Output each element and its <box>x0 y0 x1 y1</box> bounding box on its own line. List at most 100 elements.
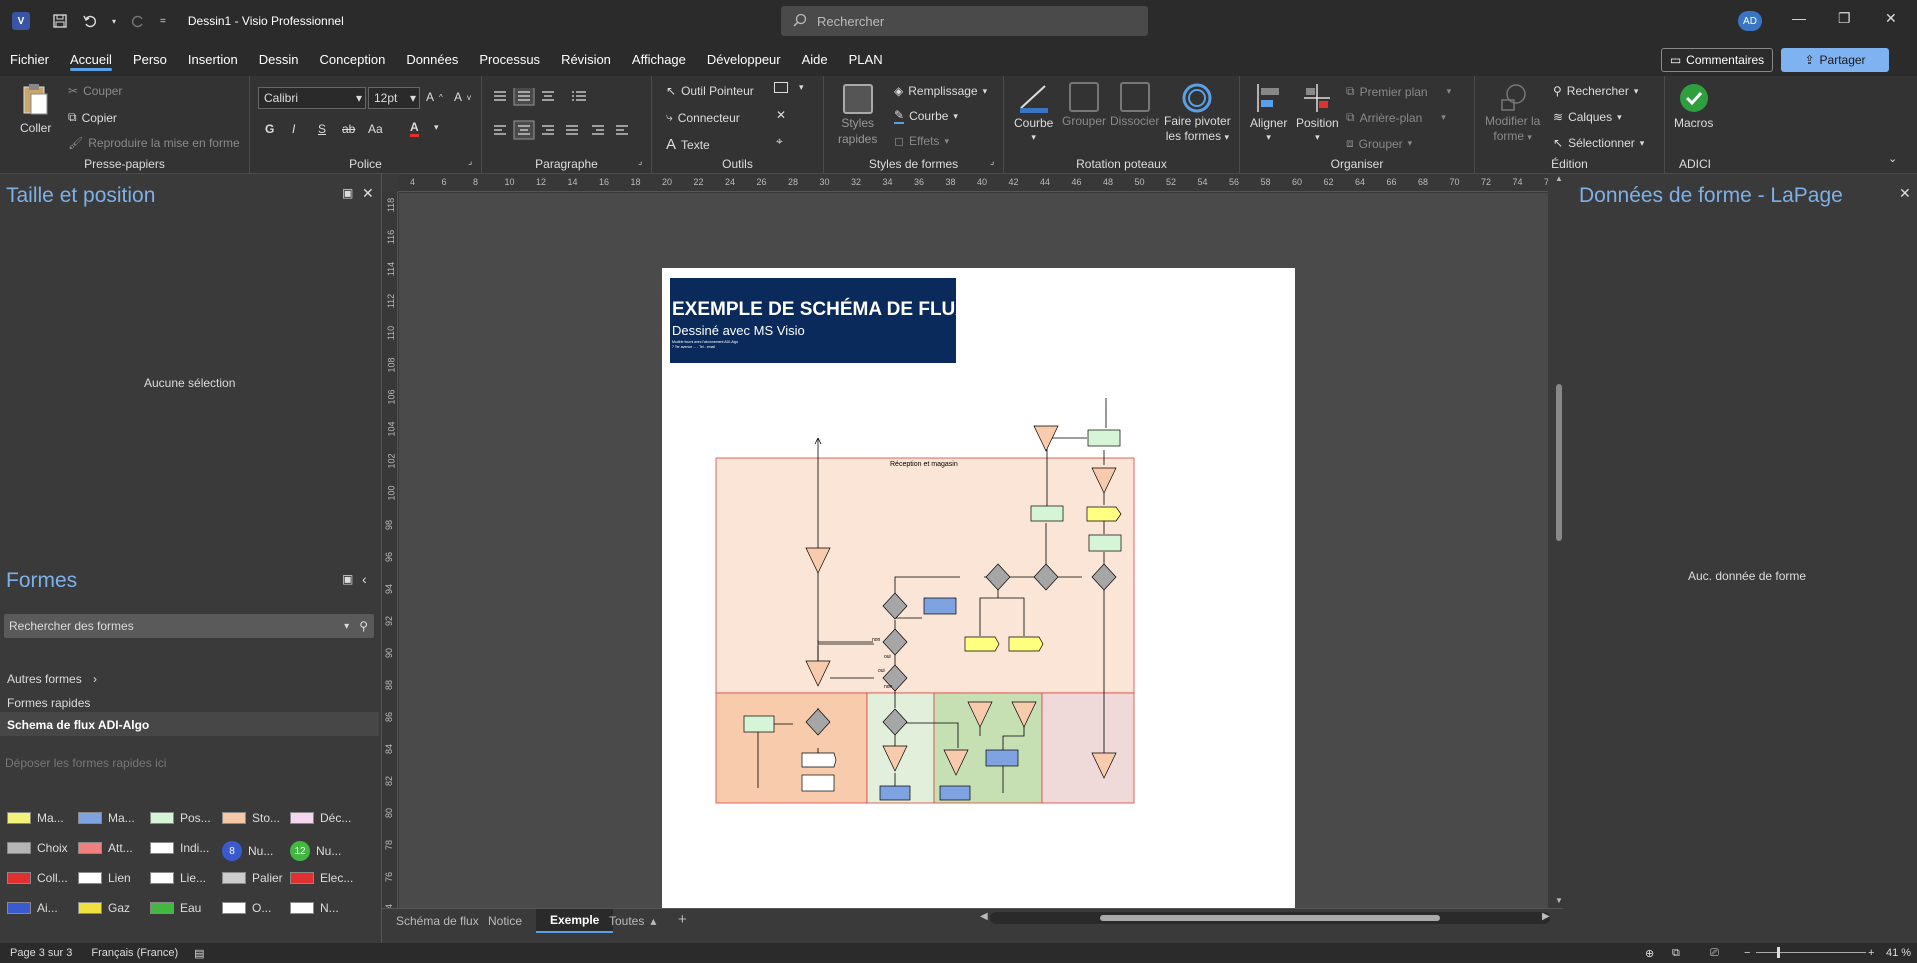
tab-1[interactable]: Accueil <box>70 48 112 71</box>
scroll-down-icon[interactable]: ▼ <box>1555 896 1563 905</box>
quick-styles-button[interactable]: Styles rapides <box>838 84 877 146</box>
stencil-shape[interactable]: Ma... <box>78 811 135 825</box>
stencil-shape[interactable]: O... <box>222 901 271 915</box>
stencil-shape[interactable]: Eau <box>150 901 201 915</box>
stencil-shape[interactable]: Palier <box>222 871 283 885</box>
group-menu-button[interactable]: ⧈ Grouper ▾ <box>1346 136 1412 151</box>
tab-10[interactable]: Développeur <box>707 48 781 71</box>
switch-windows-icon[interactable]: ⧉ <box>1672 947 1680 960</box>
stencil-adi-algo[interactable]: Schema de flux ADI-Algo <box>7 718 149 732</box>
collapse-pane-icon[interactable]: ‹ <box>362 571 367 587</box>
font-size-select[interactable]: 12pt ▾ <box>368 87 420 109</box>
stencil-shape[interactable]: N... <box>290 901 339 915</box>
rotate-shapes-button[interactable]: Faire pivoter les formes ▾ <box>1164 82 1231 145</box>
effects-button[interactable]: ◻ Effets ▾ <box>894 134 949 148</box>
paste-button[interactable]: Coller <box>20 82 51 135</box>
font-color-button[interactable]: A <box>410 120 419 137</box>
save-icon[interactable] <box>52 13 68 29</box>
share-button[interactable]: ⇪ Partager <box>1781 48 1889 72</box>
tab-12[interactable]: PLAN <box>849 48 883 71</box>
flowchart-diagram[interactable]: EXEMPLE DE SCHÉMA DE FLUX Dessiné avec M… <box>662 268 1295 908</box>
zoom-out-icon[interactable]: − <box>1744 947 1750 959</box>
language-status[interactable]: Français (France) <box>91 947 178 959</box>
bold-button[interactable]: G <box>265 122 274 136</box>
undo-icon[interactable] <box>82 13 98 29</box>
macro-record-icon[interactable]: ▤ <box>194 947 204 960</box>
align-button[interactable]: Aligner ▾ <box>1250 82 1287 143</box>
tab-6[interactable]: Données <box>406 48 458 71</box>
restore-icon[interactable]: ❐ <box>1838 10 1851 27</box>
search-icon[interactable]: ⚲ <box>359 619 368 633</box>
stencil-shape[interactable]: 8 Nu... <box>222 841 273 861</box>
delete-connector-icon[interactable]: ✕ <box>776 108 786 122</box>
fill-button[interactable]: ◈ Remplissage ▾ <box>894 84 987 98</box>
select-button[interactable]: ↖ Sélectionner ▾ <box>1553 136 1644 150</box>
stencil-shape[interactable]: Sto... <box>222 811 280 825</box>
tab-8[interactable]: Révision <box>561 48 611 71</box>
drawing-area[interactable]: EXEMPLE DE SCHÉMA DE FLUX Dessiné avec M… <box>399 193 1548 908</box>
pane-maximize-icon[interactable]: ▣ <box>342 186 353 200</box>
vertical-scroll-thumb[interactable] <box>1556 384 1562 541</box>
tab-2[interactable]: Perso <box>133 48 167 71</box>
stencil-shape[interactable]: Ma... <box>7 811 64 825</box>
user-avatar[interactable]: AD <box>1738 11 1762 31</box>
zoom-slider[interactable] <box>1756 952 1866 953</box>
stencil-shape[interactable]: 12 Nu... <box>290 841 341 861</box>
scroll-left-icon[interactable]: ◀ <box>980 911 988 922</box>
page-tab-3[interactable]: Toutes ▴ <box>595 909 670 933</box>
tab-5[interactable]: Conception <box>320 48 386 71</box>
tab-9[interactable]: Affichage <box>632 48 686 71</box>
stencil-shape[interactable]: Lie... <box>150 871 206 885</box>
stencil-shape[interactable]: Indi... <box>150 841 209 855</box>
stencil-shape[interactable]: Choix <box>7 841 68 855</box>
scroll-right-icon[interactable]: ▶ <box>1542 911 1550 922</box>
stencil-quick-shapes[interactable]: Formes rapides <box>7 696 90 710</box>
send-to-back-button[interactable]: ⧉ Arrière-plan ▾ <box>1346 110 1446 125</box>
rectangle-tool-button[interactable]: ▾ <box>774 82 804 93</box>
presentation-mode-icon[interactable]: ⎚ <box>1710 947 1719 960</box>
tab-4[interactable]: Dessin <box>259 48 299 71</box>
strikethrough-button[interactable]: ab <box>342 122 355 136</box>
text-tool-button[interactable]: A Texte <box>666 136 710 153</box>
vertical-scrollbar[interactable] <box>1554 174 1563 908</box>
chevron-down-icon[interactable]: ▾ <box>344 621 349 632</box>
close-icon[interactable]: ✕ <box>1899 185 1911 202</box>
macros-button[interactable]: Macros <box>1674 82 1713 130</box>
comments-button[interactable]: ▭ Commentaires <box>1661 48 1773 72</box>
undo-dropdown-icon[interactable]: ▾ <box>112 17 116 26</box>
bring-to-front-button[interactable]: ⧉ Premier plan ▾ <box>1346 84 1451 99</box>
pointer-tool-button[interactable]: ↖ Outil Pointeur <box>666 84 754 98</box>
stencil-shape[interactable]: Att... <box>78 841 133 855</box>
tab-7[interactable]: Processus <box>479 48 540 71</box>
search-box[interactable]: Rechercher <box>781 6 1148 36</box>
line-button[interactable]: ✎ Courbe ▾ <box>894 108 958 124</box>
stencil-shape[interactable]: Ai... <box>7 901 58 915</box>
change-case-button[interactable]: Aa <box>368 122 383 136</box>
modify-shape-button[interactable]: Modifier la forme ▾ <box>1485 82 1540 145</box>
pane-maximize-icon[interactable]: ▣ <box>342 572 353 586</box>
cut-button[interactable]: ✂ Couper <box>68 84 122 98</box>
stencil-shape[interactable]: Pos... <box>150 811 211 825</box>
stencil-shape[interactable]: Lien <box>78 871 131 885</box>
ungroup-button[interactable]: Dissocier <box>1110 82 1159 128</box>
redo-icon[interactable] <box>130 13 146 29</box>
connector-button[interactable]: ⤷ Connecteur <box>666 110 740 125</box>
italic-button[interactable]: I <box>292 122 295 136</box>
tab-0[interactable]: Fichier <box>10 48 49 71</box>
stencil-more-shapes[interactable]: Autres formes › <box>7 672 97 686</box>
horizontal-scroll-thumb[interactable] <box>1100 915 1440 921</box>
add-page-icon[interactable]: + <box>678 911 687 928</box>
collapse-ribbon-icon[interactable]: ⌄ <box>1888 152 1897 165</box>
layers-button[interactable]: ≋ Calques ▾ <box>1553 110 1622 124</box>
chevron-down-icon[interactable]: ▾ <box>434 122 439 133</box>
drawing-page[interactable]: EXEMPLE DE SCHÉMA DE FLUX Dessiné avec M… <box>662 268 1295 908</box>
page-tab-1[interactable]: Notice <box>474 909 536 933</box>
page-list-arrow-icon[interactable]: ▴ <box>650 914 656 928</box>
position-button[interactable]: Position ▾ <box>1296 82 1339 143</box>
copy-button[interactable]: ⧉ Copier <box>68 110 117 125</box>
grow-font-button[interactable]: A ^ <box>426 90 443 104</box>
tab-11[interactable]: Aide <box>802 48 828 71</box>
stencil-shape[interactable]: Coll... <box>7 871 68 885</box>
zoom-in-icon[interactable]: + <box>1868 947 1874 959</box>
paragraph-alignment-icons[interactable] <box>492 88 642 148</box>
